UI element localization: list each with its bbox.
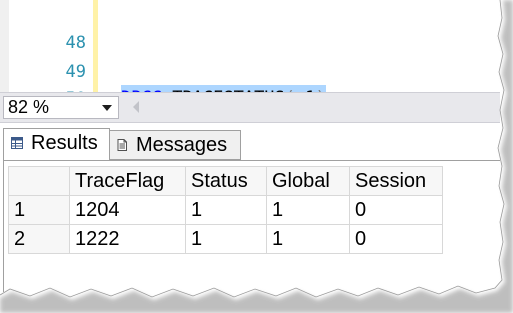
grid-cell[interactable]: 1	[185, 195, 267, 225]
sql-editor[interactable]: 48 49 DBCC TRACESTATUS(-1) 50 GO	[0, 0, 500, 138]
grid-cell[interactable]: 1	[185, 224, 267, 254]
tab-messages-label: Messages	[136, 134, 228, 156]
column-header-global[interactable]: Global	[266, 166, 350, 196]
grid-cell[interactable]: 1204	[69, 195, 186, 225]
editor-line-48[interactable]: 48	[0, 4, 500, 53]
grid-cell[interactable]: 1	[266, 224, 350, 254]
results-grid[interactable]: TraceFlag Status Global Session 1 1204 1…	[8, 166, 443, 254]
table-row[interactable]: 1 1204 1 1 0	[8, 195, 443, 225]
results-grid-pane: TraceFlag Status Global Session 1 1204 1…	[3, 160, 500, 292]
zoom-dropdown[interactable]: 82 %	[3, 96, 119, 119]
messages-icon	[117, 139, 127, 151]
zoom-value: 82 %	[8, 97, 50, 117]
grid-cell[interactable]: 0	[349, 195, 443, 225]
editor-line-49[interactable]: 49 DBCC TRACESTATUS(-1)	[0, 33, 500, 111]
editor-line-50[interactable]: 50 GO	[0, 60, 500, 138]
scroll-left-arrow-icon[interactable]	[133, 101, 139, 113]
results-tabstrip: Results Messages	[0, 123, 500, 161]
column-header-status[interactable]: Status	[185, 166, 267, 196]
editor-status-bar: 82 %	[0, 92, 500, 123]
grid-corner-cell[interactable]	[8, 166, 70, 196]
row-header[interactable]: 2	[8, 224, 70, 254]
table-row[interactable]: 2 1222 1 1 0	[8, 224, 443, 254]
tab-messages[interactable]: Messages	[110, 130, 241, 160]
column-header-traceflag[interactable]: TraceFlag	[69, 166, 186, 196]
grid-header-row: TraceFlag Status Global Session	[8, 166, 443, 196]
tab-results[interactable]: Results	[3, 128, 110, 160]
column-header-session[interactable]: Session	[349, 166, 443, 196]
grid-cell[interactable]: 1	[266, 195, 350, 225]
grid-icon	[11, 137, 23, 149]
query-window: 48 49 DBCC TRACESTATUS(-1) 50 GO 82 %	[0, 0, 500, 292]
grid-cell[interactable]: 0	[349, 224, 443, 254]
row-header[interactable]: 1	[8, 195, 70, 225]
tab-results-label: Results	[31, 132, 98, 154]
chevron-down-icon[interactable]	[102, 105, 112, 111]
grid-cell[interactable]: 1222	[69, 224, 186, 254]
